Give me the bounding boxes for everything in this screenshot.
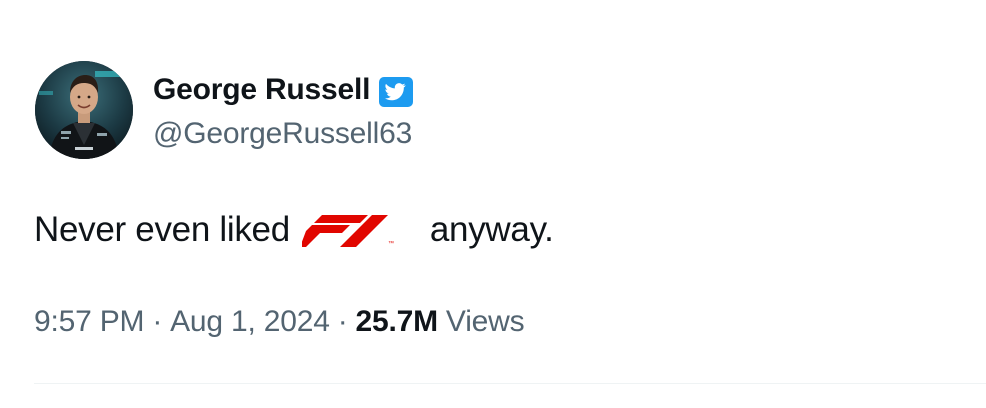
divider <box>34 383 986 384</box>
tweet-text-before: Never even liked <box>34 210 290 249</box>
svg-text:™: ™ <box>388 240 394 247</box>
author-name-row: George Russell <box>153 70 414 110</box>
author-display-name[interactable]: George Russell <box>153 73 370 107</box>
views-count[interactable]: 25.7M <box>356 305 439 339</box>
tweet-card: George Russell @GeorgeRussell63 Never ev… <box>0 0 986 408</box>
author-handle[interactable]: @GeorgeRussell63 <box>153 117 412 151</box>
verified-badge-icon[interactable] <box>378 76 414 108</box>
tweet-time[interactable]: 9:57 PM <box>34 305 145 339</box>
author-avatar[interactable] <box>35 61 133 159</box>
meta-separator: · <box>337 305 348 338</box>
f1-logo-icon: ™ <box>299 215 422 247</box>
views-label[interactable]: Views <box>446 305 525 339</box>
tweet-text: Never even liked ™ anyway. <box>34 208 554 252</box>
tweet-meta: 9:57 PM · Aug 1, 2024 · 25.7M Views <box>34 300 525 344</box>
tweet-text-after: anyway. <box>429 210 554 249</box>
tweet-date[interactable]: Aug 1, 2024 <box>170 305 330 339</box>
avatar-image <box>35 61 133 159</box>
meta-separator: · <box>152 305 163 338</box>
